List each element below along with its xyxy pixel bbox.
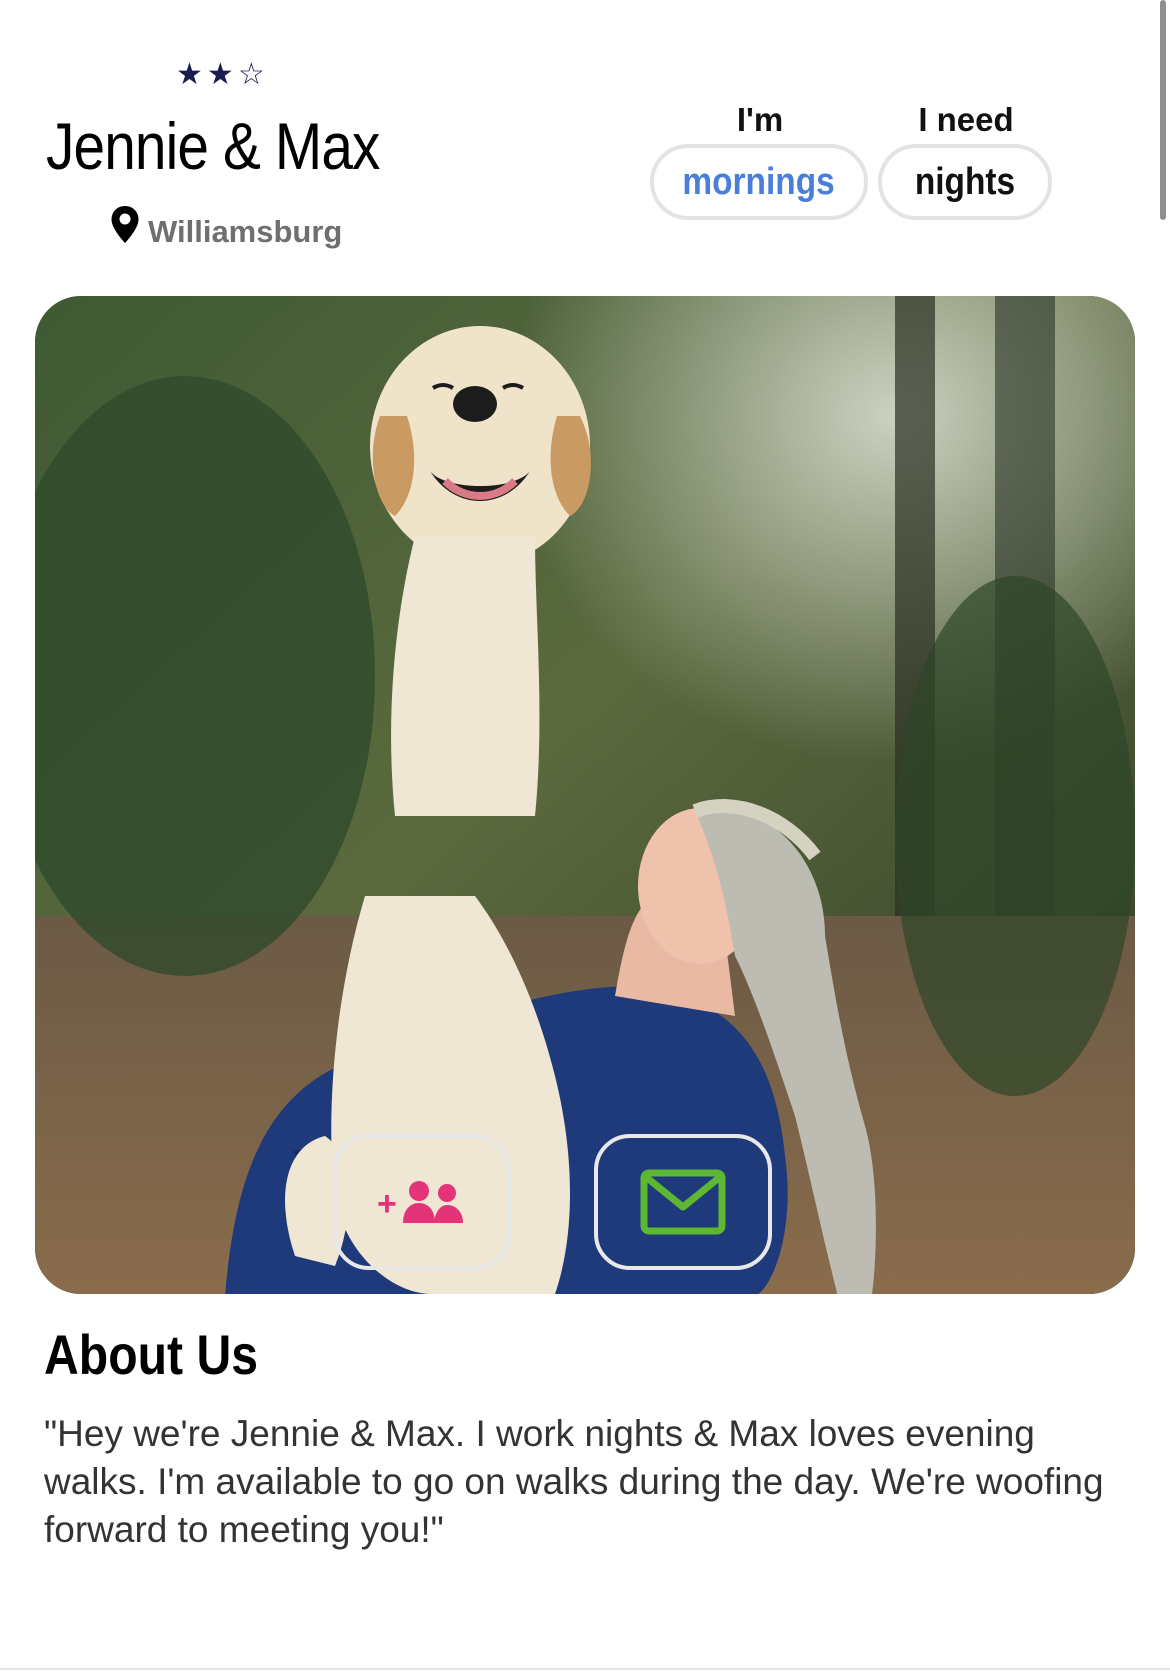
need-section: I need xyxy=(880,100,1052,140)
available-mornings-pill[interactable]: mornings xyxy=(650,144,868,220)
profile-name: Jennie & Max xyxy=(46,109,380,183)
need-value: nights xyxy=(914,160,1016,203)
rating-stars: ★ ★ ☆ xyxy=(176,60,265,90)
available-value: mornings xyxy=(682,160,836,203)
add-friends-button[interactable]: + xyxy=(333,1134,511,1270)
profile-photo: + xyxy=(35,296,1135,1294)
profile-page: ★ ★ ☆ Jennie & Max Williamsburg I'm avai… xyxy=(0,0,1170,1673)
star-filled-icon: ★ xyxy=(206,58,234,91)
scrollbar[interactable] xyxy=(1160,0,1166,220)
divider xyxy=(0,1668,1170,1670)
envelope-icon xyxy=(640,1169,726,1235)
photo-illustration xyxy=(35,296,1135,1294)
need-nights-pill[interactable]: nights xyxy=(878,144,1052,220)
location-label: Williamsburg xyxy=(148,214,343,249)
about-text: "Hey we're Jennie & Max. I work nights &… xyxy=(44,1413,1104,1550)
message-button[interactable] xyxy=(594,1134,772,1270)
location: Williamsburg xyxy=(110,200,342,250)
svg-text:+: + xyxy=(377,1185,397,1223)
add-friends-icon: + xyxy=(377,1181,463,1223)
star-empty-icon: ☆ xyxy=(237,58,265,91)
about-title: About Us xyxy=(44,1323,259,1386)
map-pin-icon xyxy=(111,206,139,243)
star-filled-icon: ★ xyxy=(176,58,203,91)
need-heading: I need xyxy=(918,101,1014,138)
